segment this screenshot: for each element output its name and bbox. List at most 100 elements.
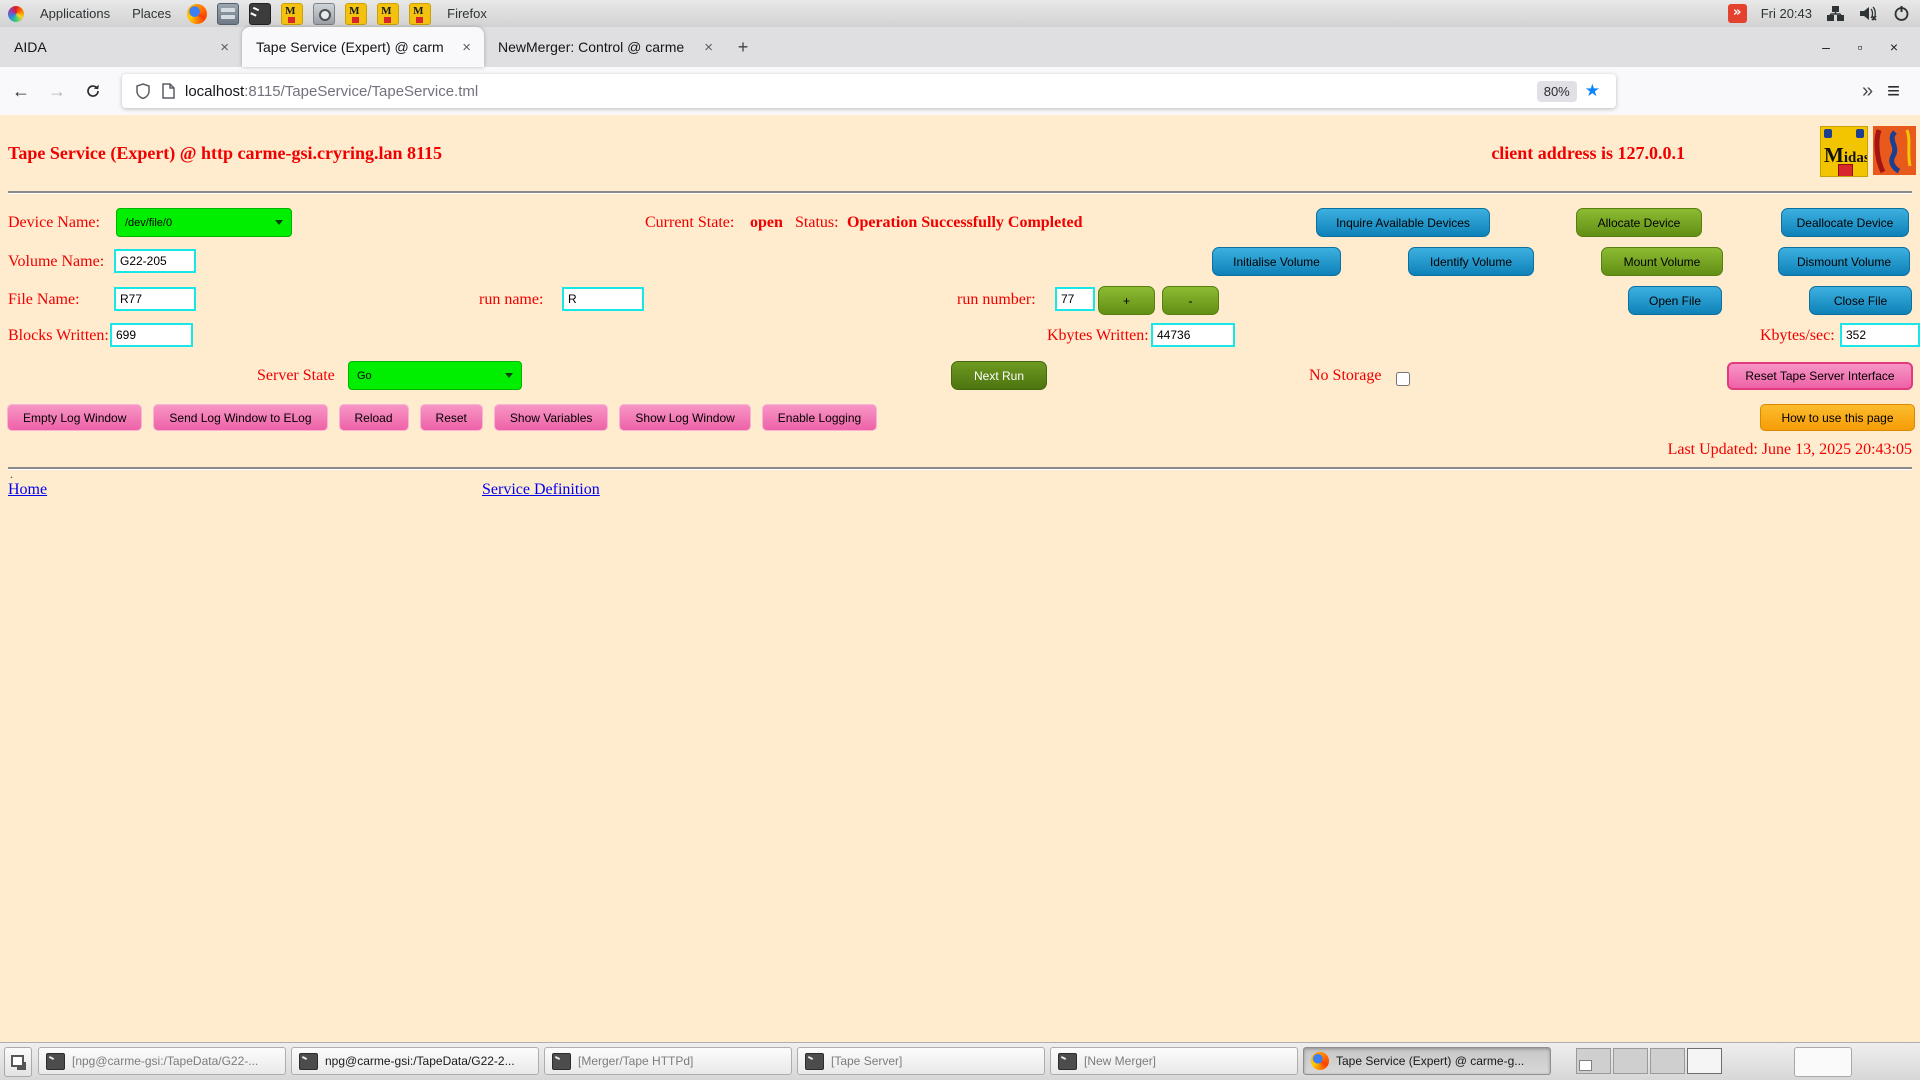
browser-nav-bar: ← → localhost:8115/TapeService/TapeServi… <box>0 67 1920 116</box>
workspace-2[interactable] <box>1613 1048 1648 1074</box>
workspace-1[interactable] <box>1576 1048 1611 1074</box>
screenshot-launcher-icon[interactable] <box>313 2 336 25</box>
next-run-button[interactable]: Next Run <box>951 361 1047 390</box>
allocate-device-button[interactable]: Allocate Device <box>1576 208 1702 237</box>
tab-close-icon[interactable]: × <box>701 39 716 56</box>
terminal-launcher-icon[interactable] <box>249 2 272 25</box>
terminal-icon <box>299 1052 318 1070</box>
kbytes-per-sec-input[interactable] <box>1840 323 1920 347</box>
clock[interactable]: Fri 20:43 <box>1761 6 1812 21</box>
no-storage-label: No Storage <box>1309 367 1382 384</box>
forward-button[interactable]: → <box>42 76 72 106</box>
url-bar[interactable]: localhost:8115/TapeService/TapeService.t… <box>122 74 1616 108</box>
empty-log-window-button[interactable]: Empty Log Window <box>7 404 143 431</box>
browser-tab-bar: AIDA × Tape Service (Expert) @ carm × Ne… <box>0 27 1920 67</box>
volume-muted-icon[interactable] <box>1859 5 1879 22</box>
show-log-window-button[interactable]: Show Log Window <box>619 404 751 431</box>
taskbar-item-label: [New Merger] <box>1084 1054 1157 1068</box>
identify-volume-button[interactable]: Identify Volume <box>1408 247 1534 276</box>
volume-name-input[interactable] <box>114 249 196 273</box>
divider <box>8 467 1912 470</box>
firefox-launcher-icon[interactable] <box>187 3 208 24</box>
dismount-volume-button[interactable]: Dismount Volume <box>1778 247 1910 276</box>
tab-aida[interactable]: AIDA × <box>0 27 242 67</box>
enable-logging-button[interactable]: Enable Logging <box>761 404 878 431</box>
menu-hamburger-icon[interactable]: ≡ <box>1887 78 1920 104</box>
blocks-written-input[interactable] <box>110 323 193 347</box>
mount-volume-button[interactable]: Mount Volume <box>1601 247 1723 276</box>
inquire-available-devices-button[interactable]: Inquire Available Devices <box>1316 208 1490 237</box>
workspace-3[interactable] <box>1650 1048 1685 1074</box>
notification-tray-icon[interactable]: » <box>1727 4 1747 23</box>
deallocate-device-button[interactable]: Deallocate Device <box>1781 208 1909 237</box>
tab-title: NewMerger: Control @ carme <box>498 39 685 55</box>
initialise-volume-button[interactable]: Initialise Volume <box>1212 247 1341 276</box>
reload-button[interactable] <box>78 76 108 106</box>
send-log-to-elog-button[interactable]: Send Log Window to ELog <box>153 404 328 431</box>
taskbar-item-tape-server[interactable]: [Tape Server] <box>797 1047 1045 1075</box>
network-icon[interactable] <box>1826 5 1845 22</box>
taskbar-tray-slot[interactable] <box>1794 1047 1852 1077</box>
zoom-level-badge[interactable]: 80% <box>1536 80 1577 102</box>
home-link[interactable]: Home <box>8 481 47 499</box>
midas-launcher-icon[interactable] <box>377 2 400 25</box>
window-minimize-button[interactable]: – <box>1816 39 1836 55</box>
stray-dot: . <box>10 467 13 481</box>
url-text[interactable]: localhost:8115/TapeService/TapeService.t… <box>185 83 478 100</box>
window-controls: – ▫ × <box>1816 27 1920 67</box>
midas-launcher-icon[interactable] <box>409 2 432 25</box>
power-icon[interactable] <box>1893 5 1910 22</box>
run-number-decrement-button[interactable]: - <box>1162 286 1219 315</box>
kbytes-written-input[interactable] <box>1151 323 1235 347</box>
show-desktop-button[interactable] <box>4 1047 32 1077</box>
taskbar-item-terminal-2[interactable]: npg@carme-gsi:/TapeData/G22-2... <box>291 1047 539 1075</box>
log-button-row: Empty Log Window Send Log Window to ELog… <box>7 404 878 431</box>
tab-newmerger[interactable]: NewMerger: Control @ carme × <box>484 27 726 67</box>
reset-button[interactable]: Reset <box>419 404 483 431</box>
url-path: :8115/TapeService/TapeService.tml <box>244 82 479 100</box>
workspace-4[interactable] <box>1687 1048 1722 1074</box>
chevron-down-icon <box>275 220 283 225</box>
run-number-increment-button[interactable]: + <box>1098 286 1155 315</box>
blocks-written-label: Blocks Written: <box>8 327 109 344</box>
institute-logo <box>1873 126 1916 175</box>
show-variables-button[interactable]: Show Variables <box>493 404 609 431</box>
service-definition-link[interactable]: Service Definition <box>482 481 600 499</box>
device-select-value: /dev/file/0 <box>125 216 173 229</box>
places-menu[interactable]: Places <box>126 6 177 21</box>
no-storage-checkbox[interactable] <box>1396 372 1410 386</box>
applications-menu[interactable]: Applications <box>34 6 116 21</box>
taskbar-item-merger-httpd[interactable]: [Merger/Tape HTTPd] <box>544 1047 792 1075</box>
kbytes-written-label: Kbytes Written: <box>1047 327 1149 344</box>
taskbar-item-new-merger[interactable]: [New Merger] <box>1050 1047 1298 1075</box>
shield-icon[interactable] <box>136 83 150 99</box>
window-close-button[interactable]: × <box>1884 39 1904 55</box>
device-select[interactable]: /dev/file/0 <box>116 208 292 237</box>
page-info-icon[interactable] <box>162 83 175 99</box>
run-number-input[interactable] <box>1055 287 1095 311</box>
bookmark-star-icon[interactable]: ★ <box>1585 81 1600 101</box>
file-name-input[interactable] <box>114 287 196 311</box>
applications-menu-icon[interactable] <box>8 5 24 22</box>
open-file-button[interactable]: Open File <box>1628 286 1722 315</box>
terminal-icon <box>46 1052 65 1070</box>
run-name-input[interactable] <box>562 287 644 311</box>
how-to-use-button[interactable]: How to use this page <box>1760 404 1915 431</box>
back-button[interactable]: ← <box>6 76 36 106</box>
reset-tape-server-button[interactable]: Reset Tape Server Interface <box>1727 362 1913 390</box>
active-app-label: Firefox <box>447 6 487 21</box>
tab-tape-service[interactable]: Tape Service (Expert) @ carm × <box>242 27 484 67</box>
taskbar-item-tape-service[interactable]: Tape Service (Expert) @ carme-g... <box>1303 1047 1551 1075</box>
file-manager-launcher-icon[interactable] <box>217 2 240 25</box>
close-file-button[interactable]: Close File <box>1809 286 1912 315</box>
new-tab-button[interactable]: + <box>726 27 760 67</box>
midas-launcher-icon[interactable] <box>345 2 368 25</box>
midas-launcher-icon[interactable] <box>281 2 304 25</box>
window-maximize-button[interactable]: ▫ <box>1850 39 1870 55</box>
tab-close-icon[interactable]: × <box>217 39 232 56</box>
toolbar-overflow-icon[interactable]: » <box>1848 80 1887 103</box>
taskbar-item-terminal-1[interactable]: [npg@carme-gsi:/TapeData/G22-... <box>38 1047 286 1075</box>
server-state-select[interactable]: Go <box>348 361 522 390</box>
tab-close-icon[interactable]: × <box>459 39 474 56</box>
reload-page-button[interactable]: Reload <box>338 404 409 431</box>
